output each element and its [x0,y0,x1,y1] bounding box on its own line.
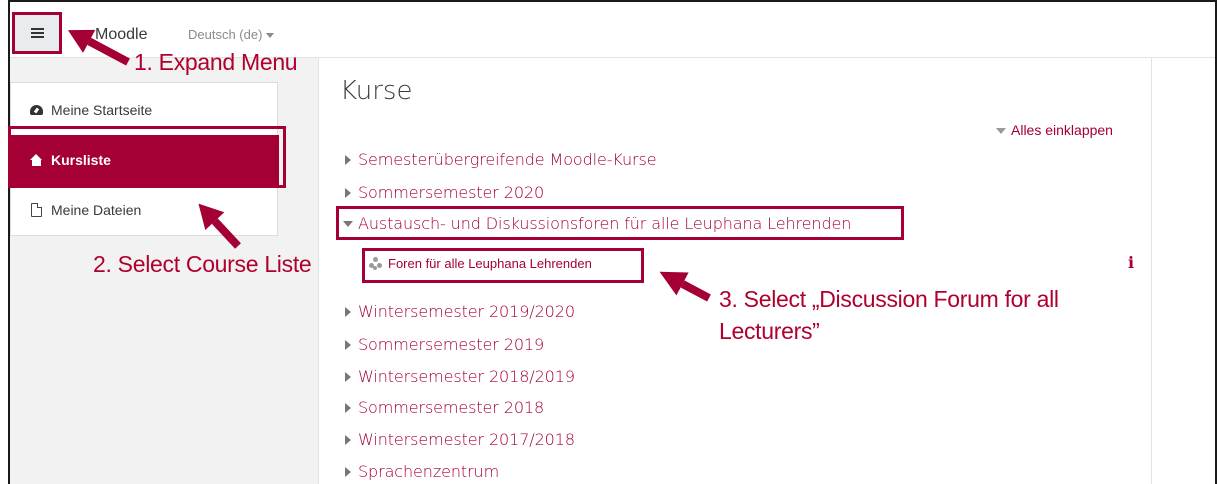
triangle-right-icon [345,306,351,317]
triangle-right-icon [345,434,351,445]
triangle-right-icon [345,466,351,477]
dashboard-icon [29,103,43,117]
category-item[interactable]: Wintersemester 2019/2020 [345,302,575,321]
language-label: Deutsch (de) [188,27,263,42]
right-column [1152,58,1215,484]
category-item[interactable]: Sommersemester 2018 [345,398,544,417]
category-item[interactable]: Wintersemester 2018/2019 [345,367,575,386]
collapse-all-link[interactable]: Alles einklappen [996,122,1113,138]
collapse-all-label: Alles einklappen [1011,122,1113,138]
triangle-right-icon [345,402,351,413]
category-label: Sommersemester 2018 [358,398,545,417]
category-item[interactable]: Wintersemester 2017/2018 [345,430,575,449]
annotation-step-1: 1. Expand Menu [134,49,298,75]
site-brand[interactable]: Moodle [95,26,147,44]
forum-icon [369,256,383,271]
home-icon [29,153,43,167]
annotation-step-2: 2. Select Course Liste [93,251,312,277]
nav-drawer: Meine Startseite Kursliste Meine Dateien [10,82,279,236]
page-title: Kurse [340,76,413,106]
triangle-right-icon [345,371,351,382]
info-icon[interactable]: i [1128,253,1134,272]
category-label: Wintersemester 2017/2018 [358,430,575,449]
sidebar-item-course-list[interactable]: Kursliste [11,135,279,185]
course-link-forum[interactable]: Foren für alle Leuphana Lehrenden [369,256,592,271]
category-label: Semesterübergreifende Moodle-Kurse [358,150,657,169]
category-label: Sprachenzentrum [358,462,500,481]
caret-down-icon [266,33,275,39]
category-label: Sommersemester 2019 [358,335,545,354]
triangle-right-icon [345,187,351,198]
triangle-right-icon [345,154,351,165]
annotation-step-3-line-2: Lecturers” [719,318,820,344]
file-icon [29,202,43,217]
category-label: Sommersemester 2020 [358,183,545,202]
sidebar-item-label: Kursliste [51,152,111,168]
category-item[interactable]: Sommersemester 2019 [345,335,544,354]
course-link-label: Foren für alle Leuphana Lehrenden [388,256,592,271]
category-item-expanded[interactable]: Austausch- und Diskussionsforen für alle… [343,214,851,233]
hamburger-icon [30,28,44,38]
menu-toggle-button[interactable] [12,12,62,54]
category-item[interactable]: Sommersemester 2020 [345,183,544,202]
category-item[interactable]: Semesterübergreifende Moodle-Kurse [345,150,657,169]
category-label: Austausch- und Diskussionsforen für alle… [358,214,852,233]
category-item[interactable]: Sprachenzentrum [345,462,499,481]
triangle-right-icon [345,339,351,350]
sidebar-item-my-files[interactable]: Meine Dateien [11,185,279,235]
sidebar-item-label: Meine Startseite [51,102,153,118]
sidebar-item-dashboard[interactable]: Meine Startseite [11,85,279,135]
category-label: Wintersemester 2019/2020 [358,302,575,321]
triangle-down-icon [343,220,353,227]
language-menu[interactable]: Deutsch (de) [188,27,275,42]
category-label: Wintersemester 2018/2019 [358,367,575,386]
sidebar-item-label: Meine Dateien [51,202,142,218]
annotation-step-3-line-1: 3. Select „Discussion Forum for all [719,286,1059,312]
triangle-down-icon [996,128,1006,135]
